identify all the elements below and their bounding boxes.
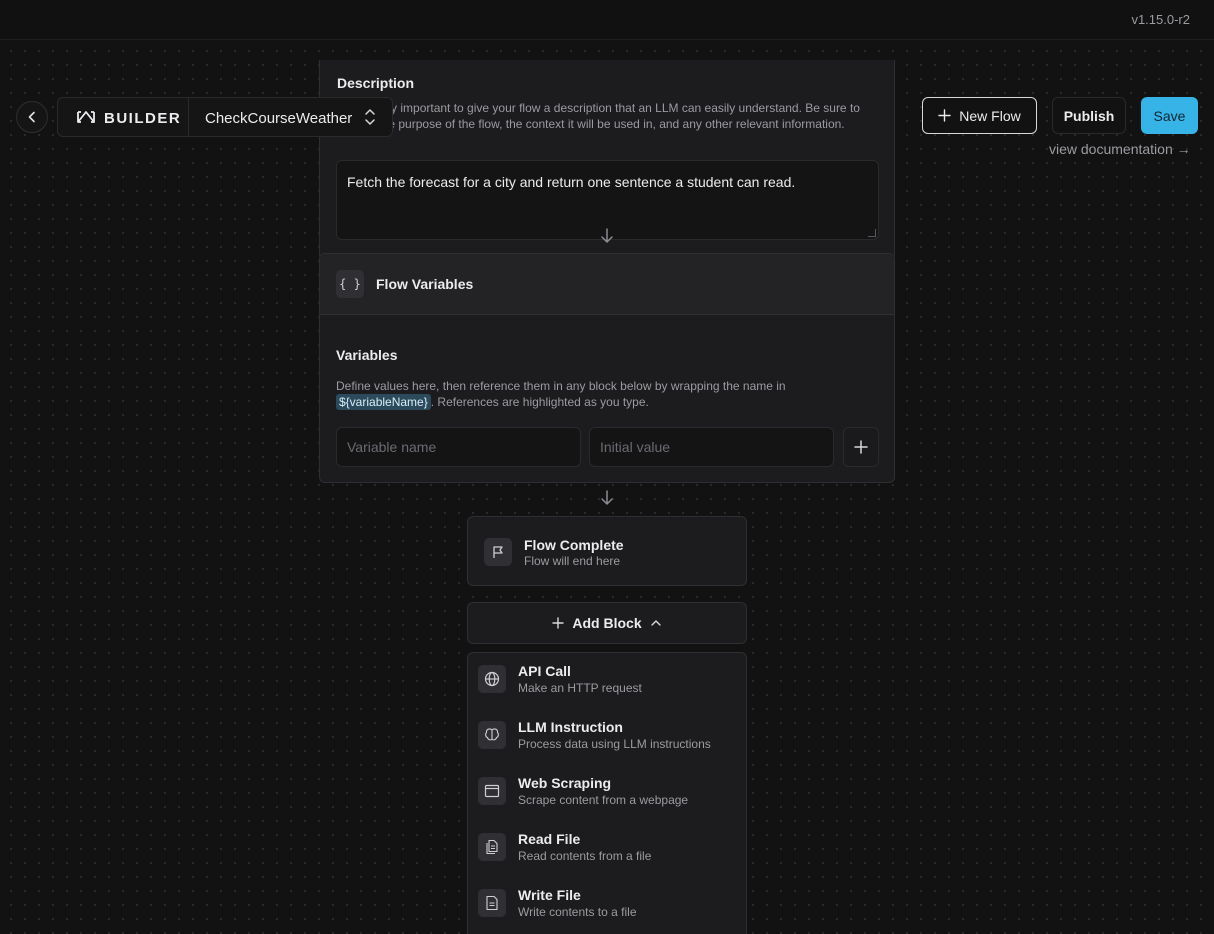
menu-item-title: LLM Instruction: [518, 719, 623, 735]
variable-chip: ${variableName}: [336, 394, 431, 410]
view-documentation-link[interactable]: view documentation →: [1049, 141, 1191, 157]
menu-item-subtitle: Process data using LLM instructions: [518, 737, 711, 751]
builder-label: BUILDER: [104, 110, 182, 127]
variables-section-title: Variables: [336, 347, 398, 363]
plus-icon: [552, 617, 565, 629]
arrow-down-icon: [600, 228, 614, 244]
plus-icon: [938, 109, 951, 122]
globe-icon: [478, 665, 506, 693]
menu-item-read-file[interactable]: Read File Read contents from a file: [468, 825, 746, 875]
menu-item-write-file[interactable]: Write File Write contents to a file: [468, 881, 746, 931]
add-block-button[interactable]: Add Block: [467, 602, 747, 644]
flow-canvas[interactable]: Description It is equally important to g…: [0, 40, 1214, 934]
arrow-down-icon: [600, 490, 614, 506]
new-flow-button[interactable]: New Flow: [922, 97, 1037, 134]
flow-complete-subtitle: Flow will end here: [524, 554, 621, 568]
publish-button[interactable]: Publish: [1052, 97, 1126, 134]
back-button[interactable]: [16, 101, 48, 133]
menu-item-title: Read File: [518, 831, 581, 847]
variables-help: Define values here, then reference them …: [336, 378, 856, 410]
menu-item-title: Web Scraping: [518, 775, 612, 791]
menu-item-api-call[interactable]: API Call Make an HTTP request: [468, 657, 746, 707]
add-block-menu: API Call Make an HTTP request LLM Instru…: [467, 652, 747, 934]
header-divider: [188, 98, 189, 136]
top-bar: v1.15.0-r2: [0, 0, 1214, 40]
add-variable-button[interactable]: [843, 427, 879, 467]
browser-window-icon: [478, 777, 506, 805]
brain-icon: [478, 721, 506, 749]
description-value: Fetch the forecast for a city and return…: [347, 174, 796, 190]
add-block-label: Add Block: [572, 615, 642, 631]
save-button[interactable]: Save: [1141, 97, 1198, 134]
flag-icon: [484, 538, 512, 566]
flow-complete-card: Flow Complete Flow will end here: [467, 516, 747, 586]
variables-help-text-end: . References are highlighted as you type…: [430, 395, 649, 409]
flow-variables-header[interactable]: { } Flow Variables: [320, 254, 894, 315]
menu-item-title: API Call: [518, 663, 571, 679]
description-title: Description: [337, 75, 415, 91]
menu-item-subtitle: Scrape content from a webpage: [518, 793, 689, 807]
menu-item-subtitle: Write contents to a file: [518, 905, 637, 919]
builder-logo-icon: [77, 111, 95, 123]
flow-variables-card: { } Flow Variables Variables Define valu…: [319, 253, 895, 483]
resize-grip-icon[interactable]: [868, 229, 876, 237]
chevrons-up-down-icon[interactable]: [364, 107, 376, 127]
version-label: v1.15.0-r2: [1131, 12, 1190, 27]
files-icon: [478, 833, 506, 861]
variables-help-text: Define values here, then reference them …: [336, 379, 786, 393]
menu-item-web-scraping[interactable]: Web Scraping Scrape content from a webpa…: [468, 769, 746, 819]
flow-name[interactable]: CheckCourseWeather: [205, 110, 352, 127]
flow-variables-title: Flow Variables: [376, 276, 474, 292]
description-help: It is equally important to give your flo…: [337, 101, 860, 131]
menu-item-subtitle: Read contents from a file: [518, 849, 652, 863]
plus-icon: [854, 440, 868, 454]
braces-icon: { }: [336, 270, 364, 298]
builder-header: BUILDER CheckCourseWeather: [57, 97, 393, 137]
file-text-icon: [478, 889, 506, 917]
chevron-left-icon: [28, 111, 35, 123]
initial-value-input[interactable]: [589, 427, 834, 467]
menu-item-llm-instruction[interactable]: LLM Instruction Process data using LLM i…: [468, 713, 746, 763]
chevron-up-icon: [650, 620, 661, 626]
flow-complete-title: Flow Complete: [524, 537, 624, 553]
new-flow-label: New Flow: [959, 107, 1021, 124]
menu-item-subtitle: Make an HTTP request: [518, 681, 642, 695]
variable-name-input[interactable]: [336, 427, 581, 467]
menu-item-title: Write File: [518, 887, 581, 903]
